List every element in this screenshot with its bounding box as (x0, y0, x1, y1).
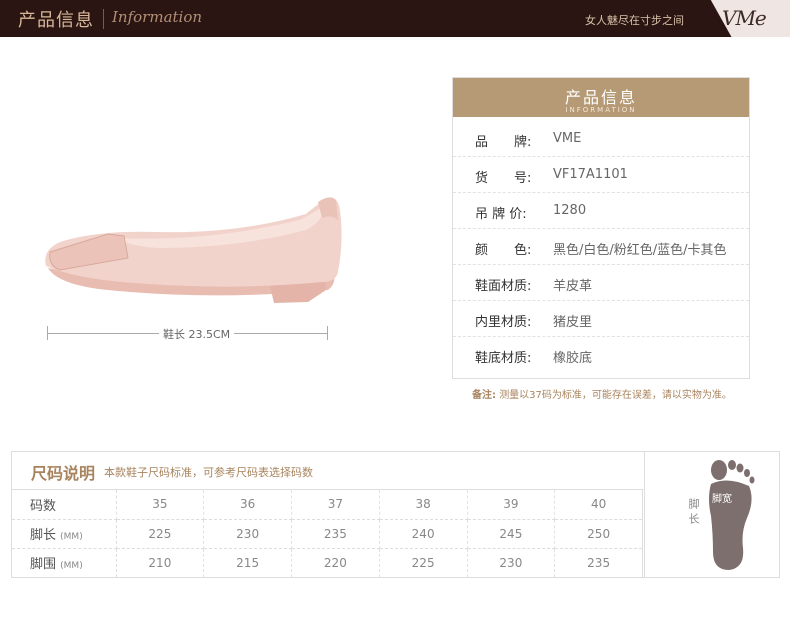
size-cell: 38 (379, 490, 468, 520)
foot-length-cell: 225 (116, 519, 205, 549)
foot-diagram: 脚长 脚宽 (644, 452, 780, 577)
table-row: 脚长 (MM) 225 230 235 240 245 250 (12, 519, 643, 549)
size-cell: 39 (467, 490, 556, 520)
info-row-price: 吊 牌 价: 1280 (453, 193, 749, 229)
header-bar: 产品信息 Information 女人魅尽在寸步之间 VMe (0, 0, 790, 37)
shoe-length-measure: 鞋长 23.5CM (47, 322, 328, 342)
foot-length-cell: 230 (203, 519, 292, 549)
size-chart-description: 本款鞋子尺码标准，可参考尺码表选择码数 (104, 466, 313, 479)
size-table: 码数 35 36 37 38 39 40 脚长 (MM) 225 230 235… (12, 490, 643, 577)
measurement-note: 备注: 测量以37码为标准，可能存在误差，请以实物为准。 (472, 386, 732, 401)
info-row-lining-material: 内里材质: 猪皮里 (453, 301, 749, 337)
row-label: 码数 (12, 490, 117, 520)
foot-icon (709, 460, 755, 570)
foot-girth-cell: 215 (203, 548, 292, 577)
size-cell: 35 (116, 490, 205, 520)
size-chart-title: 尺码说明 (31, 464, 96, 483)
measure-tick-right (327, 326, 328, 340)
foot-length-label: 脚长 (687, 498, 700, 528)
product-info-title: 产品信息 (564, 88, 637, 107)
table-row: 码数 35 36 37 38 39 40 (12, 490, 643, 520)
table-row: 脚围 (MM) 210 215 220 225 230 235 (12, 548, 643, 577)
shoe-image (45, 197, 342, 303)
info-value: 黑色/白色/粉红色/蓝色/卡其色 (553, 243, 727, 258)
info-value: 猪皮里 (553, 315, 593, 330)
foot-length-cell: 250 (554, 519, 643, 549)
foot-girth-cell: 220 (291, 548, 380, 577)
foot-length-cell: 240 (379, 519, 468, 549)
info-row-sole-material: 鞋底材质: 橡胶底 (453, 337, 749, 373)
note-label: 备注: (472, 390, 496, 401)
info-label: 颜 色: (475, 243, 532, 258)
shoe-length-label: 鞋长 23.5CM (159, 326, 235, 342)
foot-girth-cell: 235 (554, 548, 643, 577)
info-label: 品 牌: (475, 135, 532, 150)
size-cell: 37 (291, 490, 380, 520)
product-info-subtitle: INFORMATION (565, 106, 637, 114)
info-value: VF17A1101 (553, 167, 628, 182)
header-title: 产品信息 (18, 10, 94, 31)
info-row-brand: 品 牌: VME (453, 121, 749, 157)
header-subtitle: Information (112, 8, 203, 26)
header-divider (103, 9, 104, 29)
size-cell: 40 (554, 490, 643, 520)
brand-slogan: 女人魅尽在寸步之间 (585, 14, 684, 27)
info-row-item-number: 货 号: VF17A1101 (453, 157, 749, 193)
foot-length-cell: 235 (291, 519, 380, 549)
size-chart: 尺码说明 本款鞋子尺码标准，可参考尺码表选择码数 码数 35 36 37 38 … (11, 451, 780, 578)
foot-girth-cell: 210 (116, 548, 205, 577)
foot-length-cell: 245 (467, 519, 556, 549)
info-value: 羊皮革 (553, 279, 593, 294)
size-chart-header: 尺码说明 本款鞋子尺码标准，可参考尺码表选择码数 (12, 452, 643, 490)
info-label: 吊 牌 价: (475, 207, 527, 222)
product-info-panel: 产品信息 INFORMATION 品 牌: VME 货 号: VF17A1101… (452, 77, 750, 379)
product-info-header: 产品信息 INFORMATION (453, 78, 749, 117)
info-value: 橡胶底 (553, 351, 593, 366)
info-value: VME (553, 131, 582, 146)
measure-tick-left (47, 326, 48, 340)
foot-girth-cell: 230 (467, 548, 556, 577)
row-label: 脚长 (MM) (12, 519, 117, 549)
info-row-colors: 颜 色: 黑色/白色/粉红色/蓝色/卡其色 (453, 229, 749, 265)
brand-logo: VMe (722, 6, 767, 30)
foot-girth-cell: 225 (379, 548, 468, 577)
row-label: 脚围 (MM) (12, 548, 117, 577)
note-text: 测量以37码为标准，可能存在误差，请以实物为准。 (499, 390, 732, 401)
foot-width-label: 脚宽 (712, 494, 732, 505)
info-label: 货 号: (475, 171, 532, 186)
info-label: 鞋底材质: (475, 351, 532, 366)
info-row-upper-material: 鞋面材质: 羊皮革 (453, 265, 749, 301)
info-value: 1280 (553, 203, 587, 218)
info-label: 鞋面材质: (475, 279, 532, 294)
size-cell: 36 (203, 490, 292, 520)
product-info-rows: 品 牌: VME 货 号: VF17A1101 吊 牌 价: 1280 颜 色:… (453, 117, 749, 373)
info-label: 内里材质: (475, 315, 532, 330)
